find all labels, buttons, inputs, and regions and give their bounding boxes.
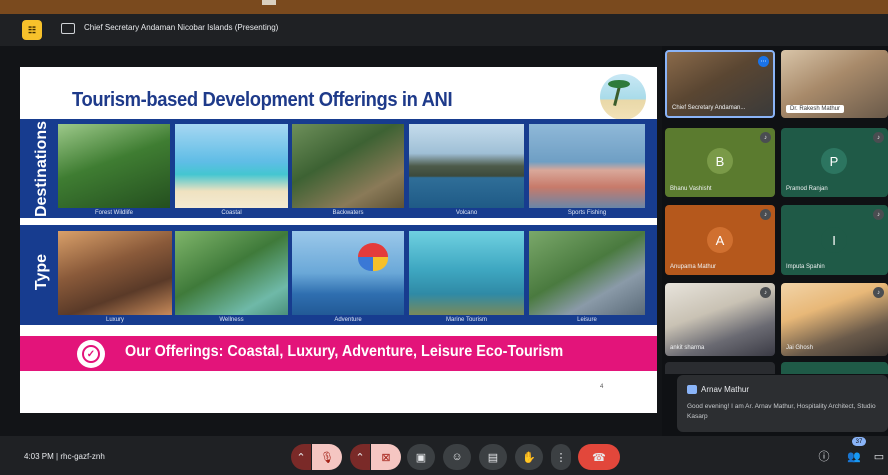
participant-tile[interactable]: B ♪ Bhanu Vashisht [665,128,775,197]
more-options-button[interactable]: ⋮ [551,444,571,470]
row-label-type: Type [33,253,50,291]
participant-tile[interactable]: I ♪ Imputa Spahin [781,205,888,275]
camera-toggle-button[interactable]: ⊠ [371,444,401,470]
meeting-time: 4:03 PM [24,452,54,461]
participant-name: Bhanu Vashisht [670,186,712,192]
photo-wellness [175,231,288,315]
slide-title: Tourism-based Development Offerings in A… [72,89,453,111]
chevron-up-icon: ⌃ [296,451,306,464]
mic-off-icon: ♪ [760,132,771,143]
captions-button[interactable]: ▤ [479,444,507,470]
reactions-button[interactable]: ☺ [443,444,471,470]
chat-notification[interactable]: Arnav Mathur Good evening! I am Ar. Arna… [677,375,888,432]
chat-avatar-icon [687,385,697,394]
avatar: B [707,148,733,174]
caption-luxury: Luxury [105,317,124,323]
participant-tile-presenter[interactable]: ⋯ Chief Secretary Andaman... [665,50,775,118]
caption-backwaters: Backwaters [332,210,364,216]
caption-adventure: Adventure [334,317,362,323]
caption-coastal: Coastal [221,210,242,216]
participant-name: Chief Secretary Andaman... [672,105,746,111]
audio-options-button[interactable]: ⌃ [291,444,311,470]
emoji-icon: ☺ [451,451,463,463]
participant-name: Anupama Mathur [670,264,717,270]
participant-tile-partial [781,362,888,374]
raise-hand-icon: ✋ [522,451,536,464]
mic-off-icon: 🎙 [320,451,334,464]
meeting-code: rhc-gazf-znh [60,452,105,461]
chat-message: Good evening! I am Ar. Arnav Mathur, Hos… [687,403,876,420]
caption-volcano: Volcano [455,210,478,216]
photo-marine-tourism [409,231,524,315]
present-icon: ▣ [415,451,427,464]
row-label-destinations: Destinations [33,121,50,218]
caption-leisure: Leisure [577,317,597,323]
panel-divider [20,218,657,225]
end-call-icon: ☎ [592,451,606,464]
chevron-up-icon: ⌃ [355,451,365,464]
window-notch [262,0,276,5]
avatar: P [821,148,847,174]
people-button[interactable]: 👥 [845,447,863,465]
caption-marine-tourism: Marine Tourism [446,317,487,323]
photo-volcano [409,124,524,208]
slide-page-number: 4 [600,384,604,390]
photo-leisure [529,231,645,315]
participant-tile[interactable]: P ♪ Pramod Ranjan [781,128,888,197]
meeting-time-code: 4:03 PM | rhc-gazf-znh [24,452,105,461]
presenting-label: Chief Secretary Andaman Nicobar Islands … [84,23,279,32]
present-button[interactable]: ▣ [407,444,435,470]
photo-sports-fishing [529,124,645,208]
info-button[interactable]: ⓘ [815,447,833,465]
raise-hand-button[interactable]: ✋ [515,444,543,470]
participants-count-badge: 37 [852,437,866,446]
participant-tile-partial [665,362,775,374]
chat-button[interactable]: ▭ [870,447,888,465]
photo-adventure [292,231,404,315]
app-icon[interactable]: ☷ [22,20,42,40]
participant-name: ankit sharma [670,345,705,351]
captions-icon: ▤ [487,451,499,464]
mic-off-icon: ♪ [873,132,884,143]
photo-coastal [175,124,288,208]
mic-off-icon: ♪ [873,209,884,220]
participant-tile[interactable]: ♪ ankit sharma [665,283,775,356]
presenting-icon [61,23,75,34]
participant-name: Jai Ghosh [786,345,814,351]
caption-forest-wildlife: Forest Wildlife [94,210,133,216]
end-call-button[interactable]: ☎ [578,444,620,470]
photo-forest-wildlife [58,124,170,208]
mic-off-icon: ♪ [760,209,771,220]
mic-off-icon: ♪ [760,287,771,298]
avatar: I [821,227,847,253]
participant-tile[interactable]: ♪ Jai Ghosh [781,283,888,356]
photo-backwaters [292,124,404,208]
beach-logo-icon [600,74,646,120]
mic-off-icon: ♪ [873,287,884,298]
avatar: A [707,227,733,253]
participant-name: Pramod Ranjan [786,186,828,192]
camera-off-icon: ⊠ [381,451,391,464]
caption-sports-fishing: Sports Fishing [567,210,607,216]
participant-tile[interactable]: A ♪ Anupama Mathur [665,205,775,275]
mic-toggle-button[interactable]: 🎙 [312,444,342,470]
photo-luxury [58,231,172,315]
top-strip [0,0,888,14]
people-icon: 👥 [847,450,861,463]
participant-name: Imputa Spahin [786,264,825,270]
video-options-button[interactable]: ⌃ [350,444,370,470]
info-icon: ⓘ [818,451,830,463]
chat-icon: ▭ [873,450,885,463]
caption-wellness: Wellness [219,317,244,323]
participant-name: Dr. Rakesh Mathur [786,105,845,113]
chat-sender: Arnav Mathur [701,385,750,394]
participant-tile[interactable]: Dr. Rakesh Mathur [781,50,888,118]
check-badge-icon: ✓ [77,340,105,368]
more-icon: ⋮ [555,451,567,464]
more-options-icon[interactable]: ⋯ [758,56,769,67]
offerings-text: Our Offerings: Coastal, Luxury, Adventur… [125,343,564,360]
